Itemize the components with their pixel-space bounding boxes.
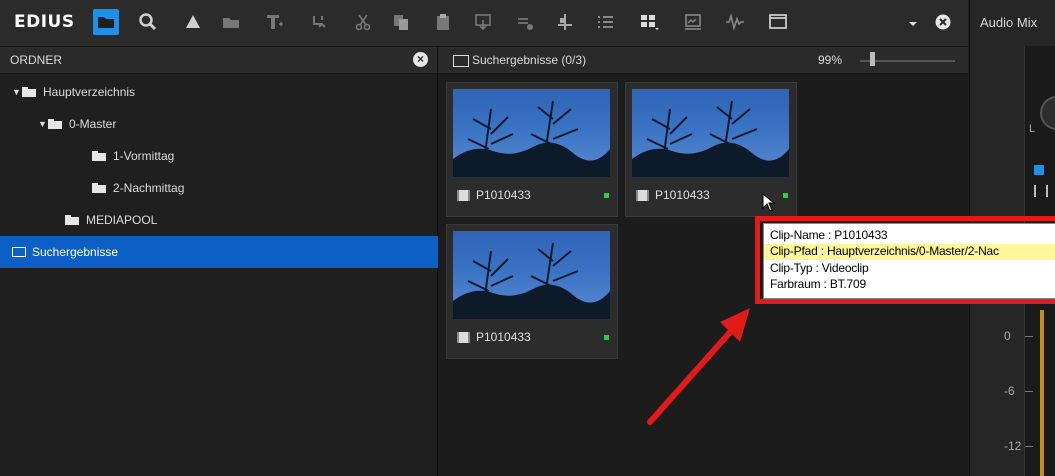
expand-triangle-icon[interactable]: ▼ (38, 119, 48, 129)
expand-triangle-icon[interactable]: ▼ (12, 87, 22, 97)
clip-name: P1010433 (636, 188, 710, 202)
tree-item-0-master[interactable]: ▼ 0-Master (0, 108, 475, 140)
clip-name-text: P1010433 (476, 330, 531, 344)
window-icon[interactable] (765, 9, 791, 35)
grid-view-icon[interactable] (636, 9, 662, 35)
clip-name-text: P1010433 (655, 188, 710, 202)
dropdown-icon[interactable] (900, 9, 926, 35)
db-label-minus6: -6 (1004, 384, 1015, 398)
app-logo: EDIUS (14, 12, 75, 32)
folder-icon (48, 119, 62, 129)
folder-icon (92, 183, 106, 193)
tree-item-label: 0-Master (69, 117, 117, 131)
folder-panel-header: ORDNER × (0, 47, 437, 74)
paste-icon[interactable] (430, 9, 456, 35)
tree-item-label: 1-Vormittag (113, 149, 175, 163)
bin-header: Suchergebnisse (0/3) 99% (438, 47, 968, 74)
list-view-icon[interactable] (592, 9, 618, 35)
status-dot (783, 193, 788, 198)
zoom-slider-handle[interactable] (870, 52, 875, 66)
clip-thumbnail[interactable]: P1010433 (446, 82, 618, 217)
db-label-0: 0 (1004, 329, 1011, 343)
folder-panel: ORDNER × ▼ Hauptverzeichnis ▼ 0-Master 1… (0, 47, 449, 476)
status-dot (604, 193, 609, 198)
insert-icon[interactable] (470, 9, 496, 35)
clip-preview-image (453, 231, 610, 319)
tree-item-label: Suchergebnisse (32, 245, 119, 259)
tree-item-mediapool[interactable]: MEDIAPOOL (0, 204, 502, 236)
split-icon[interactable] (552, 9, 578, 35)
clip-thumbnail[interactable]: P1010433 (446, 224, 618, 359)
clip-name: P1010433 (457, 188, 531, 202)
cut-icon[interactable] (350, 9, 376, 35)
tree-item-label: Hauptverzeichnis (43, 85, 136, 99)
annotation-arrow (647, 308, 750, 425)
clip-name: P1010433 (457, 330, 531, 344)
mix-icon[interactable] (512, 9, 538, 35)
db-tick (1025, 391, 1033, 392)
folder-icon[interactable] (93, 9, 119, 35)
zoom-level: 99% (818, 53, 843, 67)
folder-icon (92, 151, 106, 161)
copy-icon[interactable] (388, 9, 414, 35)
status-dot (604, 335, 609, 340)
speaker-icon[interactable] (1034, 165, 1044, 175)
import-icon[interactable] (306, 9, 332, 35)
db-label-minus12: -12 (1004, 439, 1022, 453)
new-sequence-icon[interactable] (262, 9, 288, 35)
main-toolbar: EDIUS (0, 0, 968, 47)
folder-open-icon[interactable] (218, 9, 244, 35)
bin-title: Suchergebnisse (0/3) (472, 53, 587, 67)
film-icon (636, 189, 649, 201)
tree-item-suchergebnisse[interactable]: Suchergebnisse (0, 236, 449, 268)
search-results-icon (453, 55, 469, 67)
clip-name-text: P1010433 (476, 188, 531, 202)
audio-mixer-title: Audio Mix (980, 15, 1038, 30)
clip-preview-image (453, 89, 610, 177)
film-icon (457, 189, 470, 201)
db-tick (1025, 336, 1033, 337)
channel-label: L (1029, 123, 1036, 135)
tree-item-label: 2-Nachmittag (113, 181, 185, 195)
fader-icon[interactable] (1034, 185, 1048, 197)
level-meter (1040, 310, 1044, 476)
tree-item-hauptverzeichnis[interactable]: ▼ Hauptverzeichnis (0, 76, 449, 108)
close-icon[interactable]: × (413, 52, 428, 67)
mouse-cursor-icon (762, 193, 776, 212)
folder-icon (22, 87, 36, 97)
highlight-box (755, 216, 1055, 304)
close-icon[interactable] (930, 9, 956, 35)
search-results-icon (12, 247, 26, 257)
film-icon (457, 331, 470, 343)
folder-panel-title: ORDNER (10, 53, 63, 67)
tree-item-label: MEDIAPOOL (86, 213, 158, 227)
waveform-icon[interactable] (722, 9, 748, 35)
export-icon[interactable] (680, 9, 706, 35)
search-icon[interactable] (135, 9, 161, 35)
folder-icon (65, 215, 79, 225)
clip-preview-image (632, 89, 789, 177)
upload-icon[interactable] (180, 9, 206, 35)
db-tick (1025, 446, 1033, 447)
